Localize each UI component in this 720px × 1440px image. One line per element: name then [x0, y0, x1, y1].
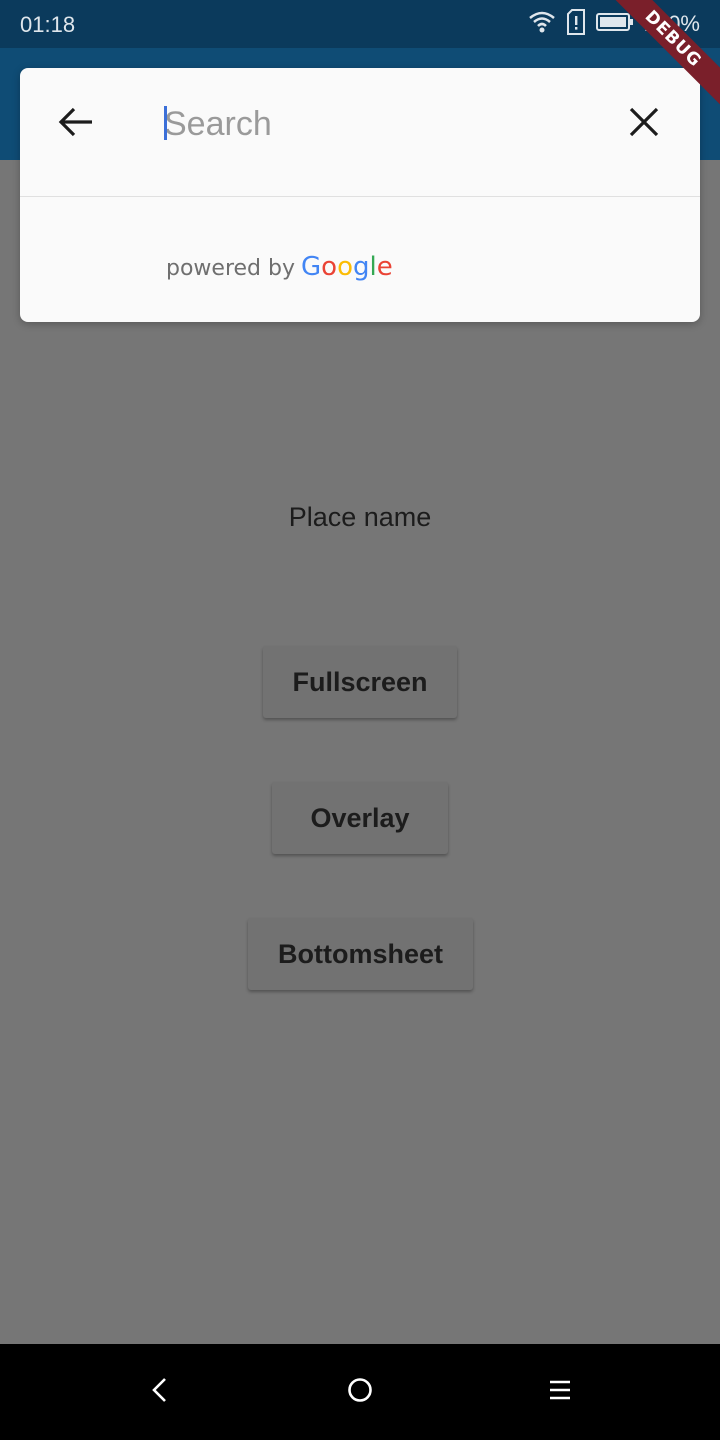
- nav-home-icon: [346, 1376, 374, 1409]
- wifi-icon: [528, 10, 556, 39]
- clear-button[interactable]: [618, 96, 670, 152]
- search-overlay: powered by Google: [20, 68, 700, 322]
- google-letter: g: [353, 252, 370, 282]
- google-logo: Google: [301, 252, 393, 282]
- nav-back-button[interactable]: [132, 1364, 188, 1420]
- overlay-button[interactable]: Overlay: [272, 782, 448, 854]
- arrow-back-icon: [58, 106, 94, 143]
- battery-percentage: 100%: [643, 11, 700, 36]
- navigation-bar: [0, 1344, 720, 1440]
- nav-back-icon: [150, 1377, 170, 1408]
- google-letter: l: [369, 252, 377, 282]
- bottomsheet-button[interactable]: Bottomsheet: [248, 918, 473, 990]
- powered-by-label: powered by: [166, 256, 295, 281]
- back-button[interactable]: [50, 96, 102, 152]
- divider: [20, 196, 700, 197]
- status-bar: 01:18 100%: [0, 0, 720, 48]
- nav-menu-icon: [548, 1379, 572, 1406]
- close-icon: [629, 107, 659, 142]
- sim-alert-icon: [566, 8, 586, 40]
- battery-icon: [595, 12, 634, 37]
- google-letter: o: [321, 252, 338, 282]
- text-caret: [164, 106, 167, 140]
- status-icons: 100%: [528, 8, 700, 40]
- google-letter: G: [301, 252, 322, 282]
- search-input[interactable]: [164, 98, 604, 150]
- nav-home-button[interactable]: [332, 1364, 388, 1420]
- google-letter: e: [376, 252, 393, 282]
- powered-by-google: powered by Google: [166, 252, 393, 282]
- status-time: 01:18: [20, 12, 76, 37]
- main-content: [0, 160, 720, 1344]
- fullscreen-button[interactable]: Fullscreen: [263, 646, 457, 718]
- google-letter: o: [337, 252, 353, 282]
- place-name: Place name: [288, 502, 432, 532]
- nav-menu-button[interactable]: [532, 1364, 588, 1420]
